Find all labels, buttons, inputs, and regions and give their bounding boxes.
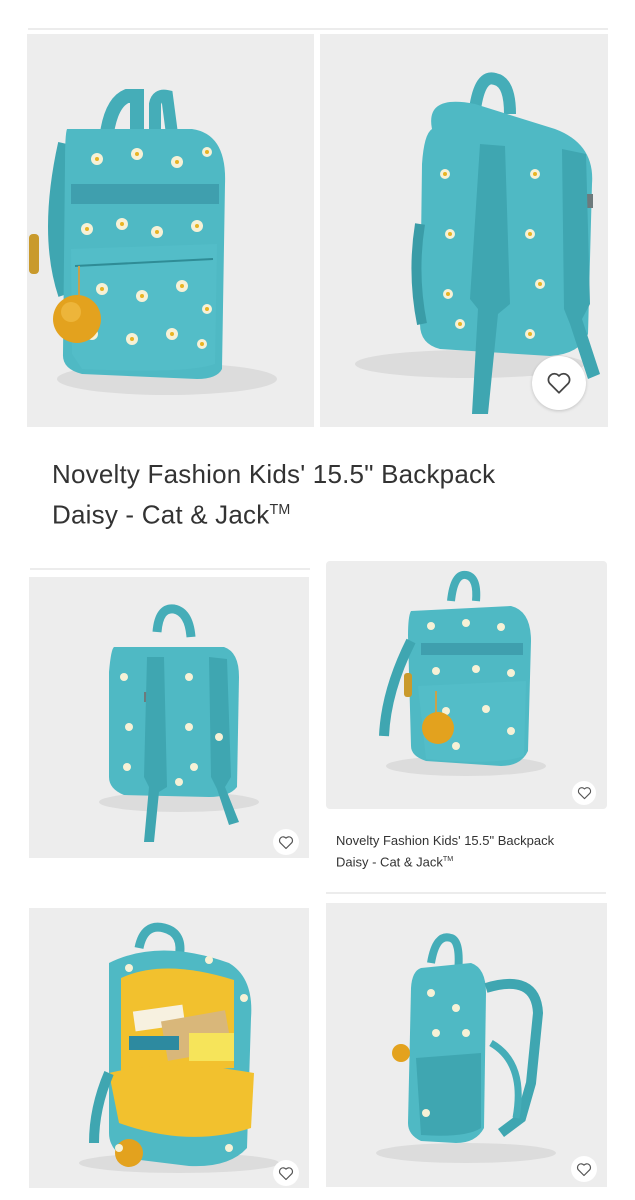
favorite-button-small[interactable] xyxy=(273,829,299,855)
section-divider-right xyxy=(326,892,606,894)
product-image-front[interactable] xyxy=(27,34,314,427)
top-divider xyxy=(28,28,608,30)
listing-title-line1: Novelty Fashion Kids' 15.5" Backpack xyxy=(336,833,555,848)
product-title-line1: Novelty Fashion Kids' 15.5" Backpack xyxy=(52,459,496,489)
listing-trademark-symbol: TM xyxy=(442,855,454,863)
listing-title[interactable]: Novelty Fashion Kids' 15.5" Backpack Dai… xyxy=(336,832,616,871)
favorite-button-listing[interactable] xyxy=(572,781,596,805)
product-image-back-small[interactable] xyxy=(29,577,309,858)
heart-outline-icon xyxy=(278,835,294,849)
product-title-line2: Daisy - Cat & Jack xyxy=(52,499,270,530)
backpack-open-image xyxy=(79,922,279,1173)
listing-title-line2: Daisy - Cat & Jack xyxy=(336,854,443,870)
favorite-button-open[interactable] xyxy=(273,1160,299,1186)
heart-outline-icon xyxy=(547,372,571,394)
trademark-symbol: TM xyxy=(269,502,291,518)
backpack-front-small-image xyxy=(379,570,546,776)
product-title: Novelty Fashion Kids' 15.5" Backpack Dai… xyxy=(52,456,612,533)
heart-outline-icon xyxy=(278,1166,294,1180)
backpack-side-image xyxy=(376,933,556,1163)
product-image-open[interactable] xyxy=(29,908,309,1188)
backpack-back-small-image xyxy=(99,604,259,842)
product-image-back[interactable] xyxy=(320,34,608,427)
section-divider-left xyxy=(30,568,310,570)
backpack-front-image xyxy=(29,89,277,395)
product-image-side[interactable] xyxy=(326,903,607,1187)
favorite-button-side[interactable] xyxy=(571,1156,597,1182)
heart-outline-icon xyxy=(576,1162,592,1176)
favorite-button[interactable] xyxy=(532,356,586,410)
heart-outline-icon xyxy=(577,787,591,800)
product-image-front-small[interactable] xyxy=(326,561,607,809)
